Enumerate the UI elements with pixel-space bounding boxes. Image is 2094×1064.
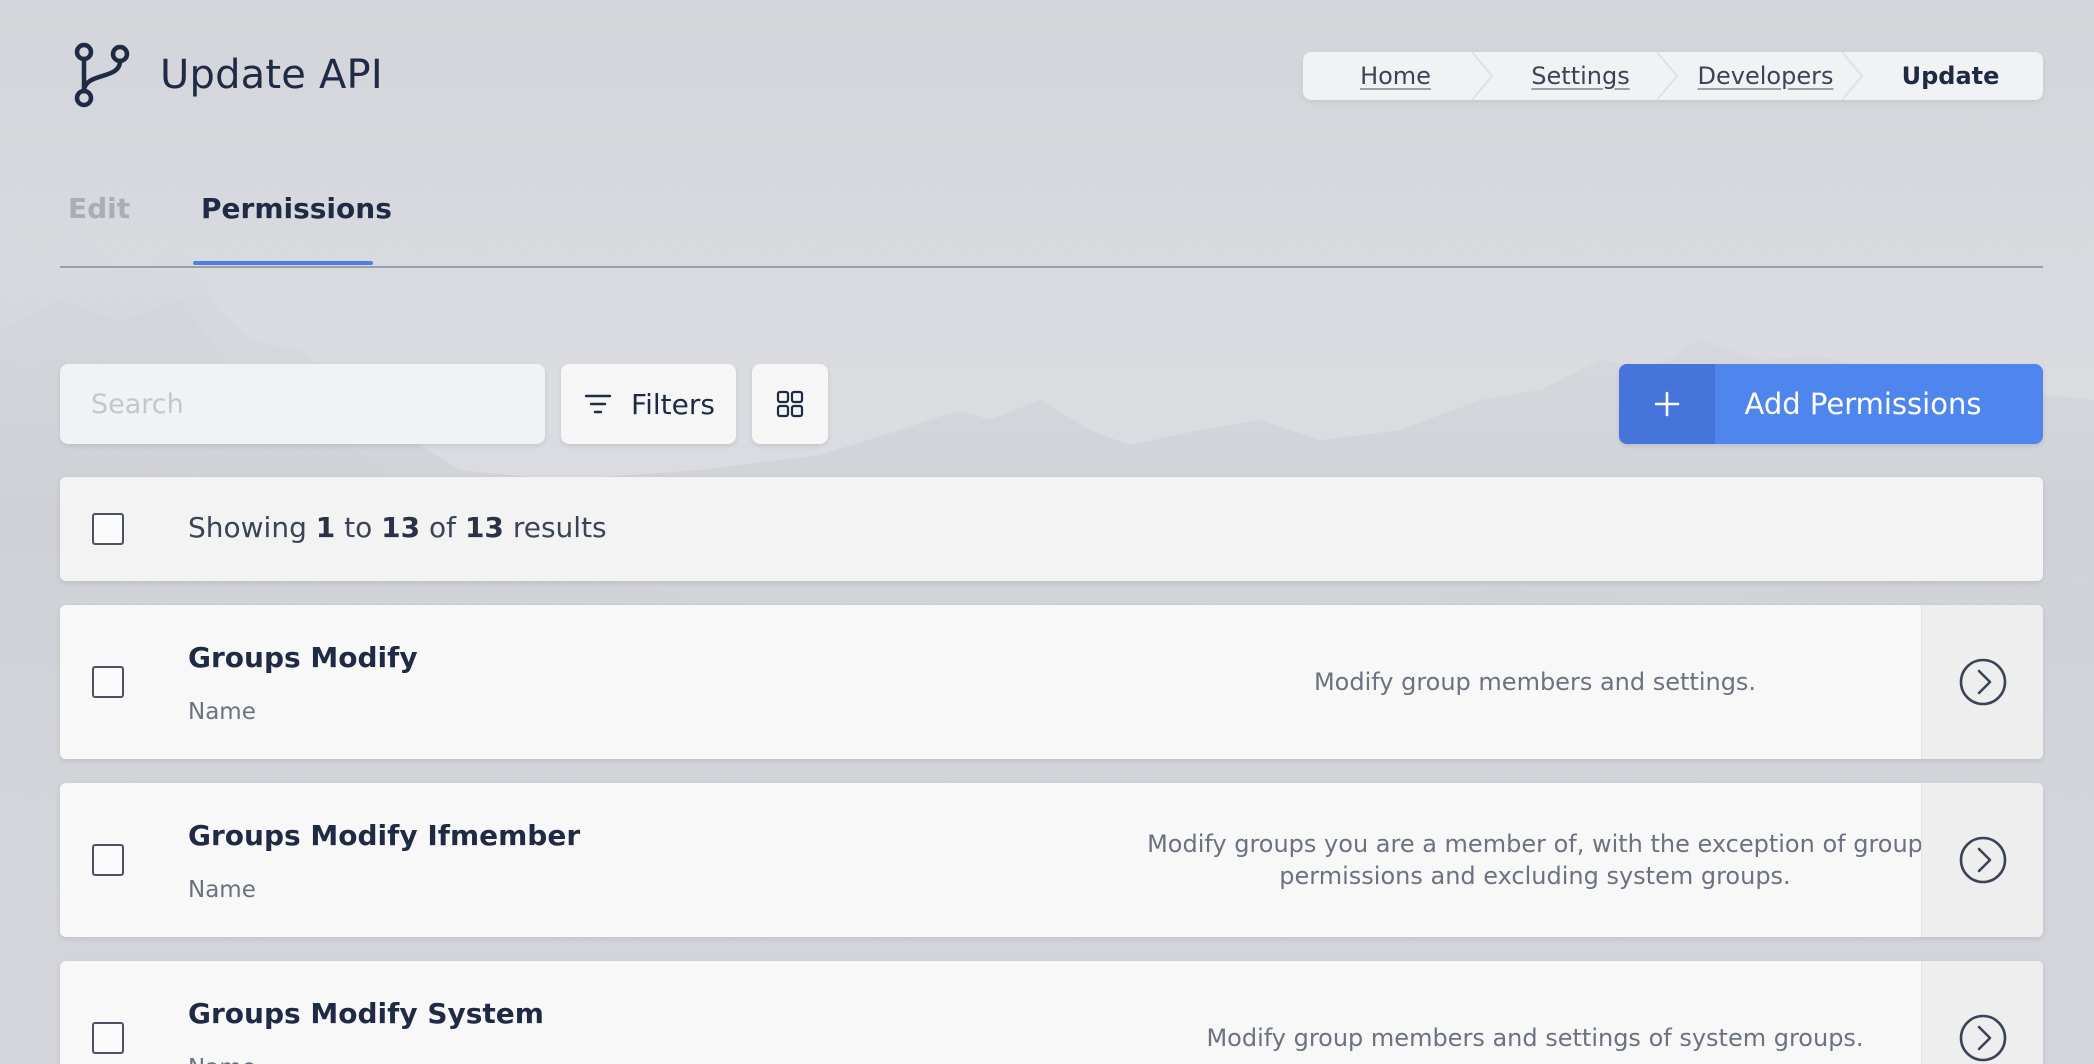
breadcrumb-separator-icon <box>1657 52 1679 100</box>
row-checkbox[interactable] <box>92 666 124 698</box>
results-count-text: Showing 1 to 13 of 13 results <box>188 511 607 544</box>
tab-permissions[interactable]: Permissions <box>201 192 392 225</box>
tab-edit[interactable]: Edit <box>68 192 130 225</box>
grid-icon <box>776 390 804 418</box>
results-to: 13 <box>381 511 421 544</box>
row-sub-label: Name <box>188 877 256 903</box>
add-permissions-button[interactable]: Add Permissions <box>1619 364 2043 444</box>
row-sub-label: Name <box>188 1055 256 1064</box>
add-permissions-label: Add Permissions <box>1744 387 1982 421</box>
tab-divider <box>60 266 2043 268</box>
breadcrumb-update: Update <box>1901 62 2000 90</box>
search-input[interactable] <box>60 364 545 444</box>
breadcrumb-settings[interactable]: Settings <box>1488 52 1679 100</box>
breadcrumb: Home Settings Developers Update <box>1303 52 2043 100</box>
chevron-right-circle-icon <box>1959 836 2006 884</box>
breadcrumb-developers[interactable]: Developers <box>1673 52 1864 100</box>
results-summary-bar: Showing 1 to 13 of 13 results <box>60 477 2043 581</box>
filters-button[interactable]: Filters <box>561 364 736 444</box>
active-tab-indicator <box>193 261 373 265</box>
row-open-button[interactable] <box>1921 783 2043 937</box>
git-branch-icon <box>74 42 130 108</box>
select-all-checkbox[interactable] <box>92 513 124 545</box>
row-open-button[interactable] <box>1921 605 2043 759</box>
row-name: Groups Modify System <box>188 997 544 1030</box>
row-name: Groups Modify Ifmember <box>188 819 581 852</box>
row-description: Modify group members and settings of sys… <box>1206 1024 1864 1052</box>
plus-icon-zone <box>1619 364 1715 444</box>
row-sub-label: Name <box>188 699 256 725</box>
list-item: Groups Modify System Name Modify group m… <box>60 961 2043 1064</box>
row-name: Groups Modify <box>188 641 418 674</box>
results-from: 1 <box>315 511 336 544</box>
row-description: Modify groups you are a member of, with … <box>1147 830 1923 890</box>
tab-bar: Edit Permissions <box>60 180 2043 268</box>
row-open-button[interactable] <box>1921 961 2043 1064</box>
page-title: Update API <box>160 52 383 98</box>
list-item: Groups Modify Name Modify group members … <box>60 605 2043 759</box>
breadcrumb-separator-icon <box>1842 52 1864 100</box>
row-checkbox[interactable] <box>92 844 124 876</box>
plus-icon <box>1654 391 1680 417</box>
results-total: 13 <box>464 511 504 544</box>
filter-icon <box>584 394 612 414</box>
chevron-right-circle-icon <box>1959 658 2006 706</box>
breadcrumb-home[interactable]: Home <box>1303 52 1494 100</box>
row-description: Modify group members and settings. <box>1313 668 1757 696</box>
row-checkbox[interactable] <box>92 1022 124 1054</box>
chevron-right-circle-icon <box>1959 1014 2006 1062</box>
filters-label: Filters <box>631 387 715 421</box>
grid-view-button[interactable] <box>752 364 828 444</box>
breadcrumb-separator-icon <box>1472 52 1494 100</box>
list-item: Groups Modify Ifmember Name Modify group… <box>60 783 2043 937</box>
